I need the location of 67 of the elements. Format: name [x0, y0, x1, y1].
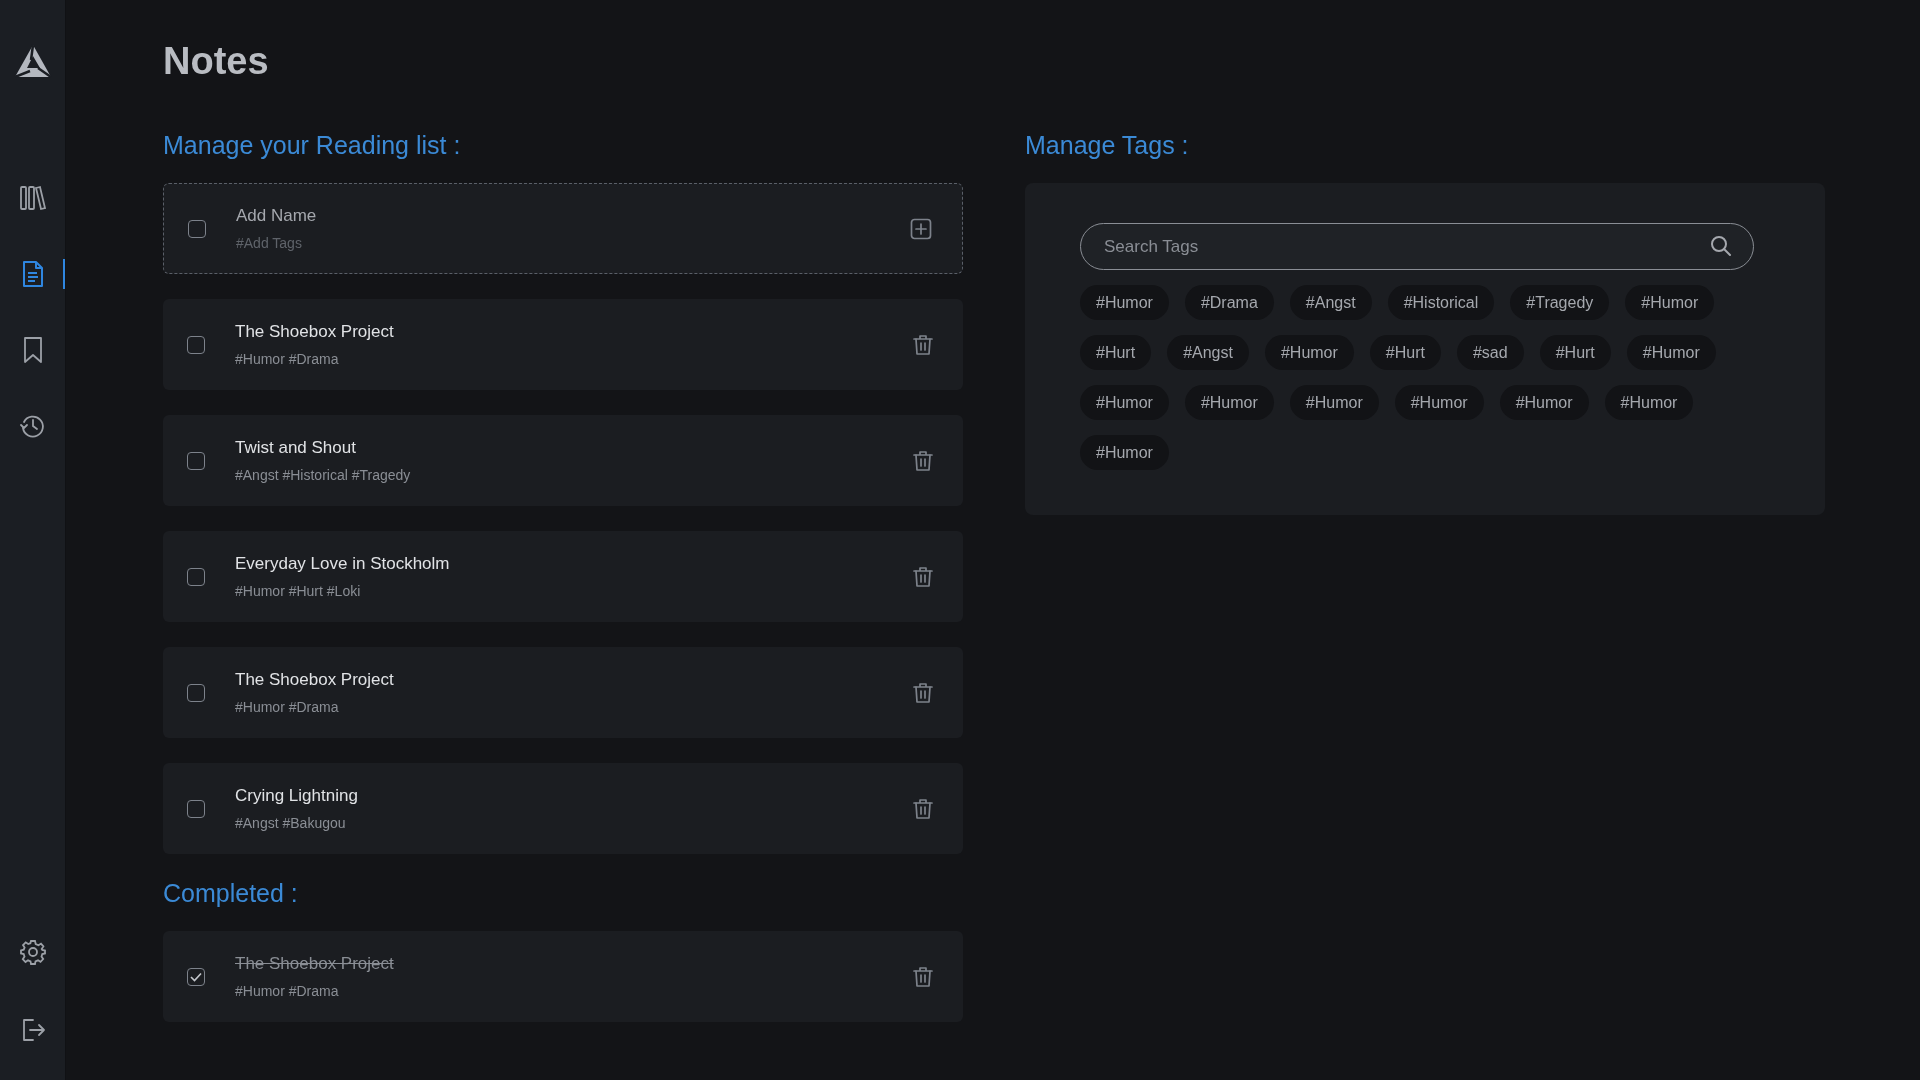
- item-title: Twist and Shout: [235, 438, 357, 458]
- document-icon: [20, 260, 45, 288]
- delete-button[interactable]: [913, 565, 933, 588]
- trash-icon: [913, 681, 933, 704]
- search-icon: [1710, 235, 1732, 257]
- section-heading: Manage your Reading list :: [163, 131, 462, 160]
- tags-input-field[interactable]: #Add Tags: [236, 235, 636, 251]
- tag-chip[interactable]: #Humor: [1184, 385, 1274, 420]
- logo-icon: [13, 44, 52, 78]
- item-tags: #Humor #Hurt #Loki: [235, 583, 913, 599]
- trash-icon: [913, 333, 933, 356]
- item-title: Everyday Love in Stockholm: [235, 554, 451, 574]
- checkbox[interactable]: [187, 683, 205, 702]
- check-icon: [190, 971, 202, 982]
- checkbox[interactable]: [187, 451, 205, 470]
- tag-chip[interactable]: #Humor: [1080, 385, 1169, 420]
- tag-chip[interactable]: #Tragedy: [1510, 285, 1610, 320]
- tag-chip[interactable]: #Humor: [1499, 385, 1589, 420]
- checkbox[interactable]: [187, 335, 205, 354]
- trash-icon: [913, 797, 933, 820]
- tag-chip[interactable]: #Drama: [1184, 285, 1274, 320]
- tag-chip[interactable]: #Humor: [1080, 435, 1169, 470]
- item-title: The Shoebox Project: [235, 322, 395, 342]
- name-input-field[interactable]: Add Name: [236, 206, 636, 226]
- tag-chip[interactable]: #sad: [1456, 335, 1524, 370]
- section-heading: Completed :: [163, 879, 299, 908]
- tag-chip[interactable]: #Humor: [1394, 385, 1484, 420]
- checkbox[interactable]: [187, 567, 205, 586]
- delete-button[interactable]: [913, 681, 933, 704]
- tag-chip[interactable]: #Historical: [1387, 285, 1495, 320]
- search-field[interactable]: Search Tags: [1080, 223, 1754, 270]
- page-title: Notes: [163, 40, 270, 83]
- trash-icon: [913, 449, 933, 472]
- tag-chip[interactable]: #Angst: [1289, 285, 1372, 320]
- item-tags: #Angst #Bakugou: [235, 815, 913, 831]
- checkbox[interactable]: [187, 799, 205, 818]
- item-tags: #Humor #Drama: [235, 699, 913, 715]
- item-tags: #Angst #Historical #Tragedy: [235, 467, 913, 483]
- checkbox[interactable]: [188, 219, 206, 238]
- item-title: The Shoebox Project: [235, 954, 395, 974]
- trash-icon: [913, 965, 933, 988]
- tag-chip[interactable]: #Humor: [1289, 385, 1379, 420]
- item-title: The Shoebox Project: [235, 670, 395, 690]
- item-tags: #Humor #Drama: [235, 983, 913, 999]
- tag-chip[interactable]: #Humor: [1626, 335, 1716, 370]
- tag-chip[interactable]: #Humor: [1604, 385, 1694, 420]
- books-icon: [18, 185, 47, 211]
- tag-chip[interactable]: #Humor: [1080, 285, 1169, 320]
- item-title: Crying Lightning: [235, 786, 359, 806]
- tag-chip[interactable]: #Hurt: [1080, 335, 1152, 370]
- bookmark-icon: [21, 336, 44, 364]
- section-heading: Manage Tags :: [1025, 131, 1190, 160]
- tag-chip[interactable]: #Humor: [1625, 285, 1715, 320]
- tag-chip[interactable]: #Hurt: [1539, 335, 1611, 370]
- tag-chip[interactable]: #Angst: [1167, 335, 1249, 370]
- item-tags: #Humor #Drama: [235, 351, 913, 367]
- add-button[interactable]: [910, 217, 932, 240]
- delete-button[interactable]: [913, 333, 933, 356]
- add-icon: [910, 217, 932, 240]
- tag-chip[interactable]: #Hurt: [1369, 335, 1441, 370]
- trash-icon: [913, 565, 933, 588]
- delete-button[interactable]: [913, 965, 933, 988]
- checkbox[interactable]: [187, 967, 205, 986]
- tag-chip[interactable]: #Humor: [1264, 335, 1354, 370]
- delete-button[interactable]: [913, 449, 933, 472]
- settings-icon: [19, 939, 46, 965]
- delete-button[interactable]: [913, 797, 933, 820]
